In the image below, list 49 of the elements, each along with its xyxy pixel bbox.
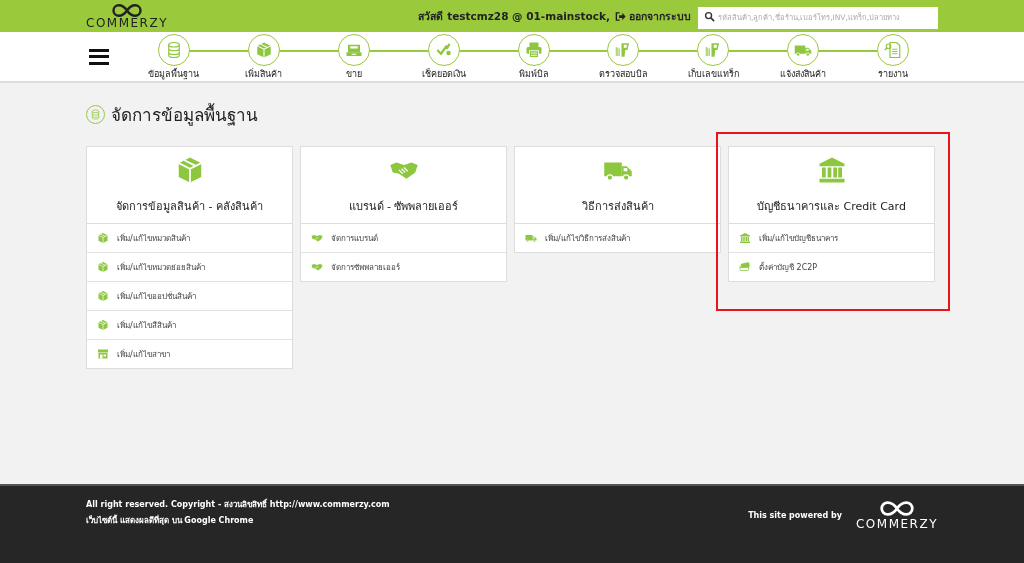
card-link[interactable]: เพิ่ม/แก้ไขสาขา [87, 340, 292, 368]
nav-step[interactable]: ขาย [308, 33, 399, 80]
truck-icon [525, 232, 537, 244]
logout-icon [615, 10, 626, 22]
card-title: จัดการข้อมูลสินค้า - คลังสินค้า [116, 199, 263, 215]
copyright-text: All right reserved. Copyright - สงวนลิขสิทธิ์ http://www.commerzy.com [86, 498, 390, 511]
storefront-icon [97, 348, 109, 360]
infinity-logo-icon [112, 3, 142, 18]
card-link[interactable]: เพิ่ม/แก้ไขออปชั่นสินค้า [87, 282, 292, 311]
nav-step[interactable]: แจ้งส่งสินค้า [758, 33, 849, 80]
card-link[interactable]: จัดการแบรนด์ [301, 224, 506, 253]
box-icon [97, 290, 109, 302]
card-link[interactable]: จัดการซัพพลายเออร์ [301, 253, 506, 281]
infinity-logo-icon [880, 500, 914, 517]
card-title: บัญชีธนาคารและ Credit Card [757, 199, 906, 215]
card-link[interactable]: เพิ่ม/แก้ไขสีสินค้า [87, 311, 292, 340]
browser-note: เว็บไซต์นี้ แสดงผลดีที่สุด บน Google Chrome [86, 514, 255, 527]
handshake-icon [311, 261, 323, 273]
page-title: จัดการข้อมูลพื้นฐาน [111, 102, 258, 128]
card-title: วิธีการส่งสินค้า [581, 199, 654, 215]
card-link[interactable]: เพิ่ม/แก้ไขหมวดสินค้า [87, 224, 292, 253]
card-link[interactable]: ตั้งค่าบัญชี 2C2P [729, 253, 934, 281]
database-icon [90, 109, 101, 120]
handshake-icon [311, 232, 323, 244]
printer-icon [524, 40, 543, 59]
logout-link[interactable]: ออกจากระบบ [615, 7, 691, 25]
nav-step[interactable]: เก็บเลขแทร็ก [668, 33, 759, 80]
cards-icon [739, 261, 751, 273]
nav-step[interactable]: เช็คยอดเงิน [398, 33, 489, 80]
nav-step[interactable]: ข้อมูลพื้นฐาน [129, 33, 219, 80]
powered-by-text: This site powered by [748, 511, 842, 520]
nav-step[interactable]: รายงาน [848, 33, 938, 80]
nav-step[interactable]: เพิ่มสินค้า [218, 33, 309, 80]
card-link[interactable]: เพิ่ม/แก้ไขบัญชีธนาคาร [729, 224, 934, 253]
bank-icon [739, 232, 751, 244]
nav-step[interactable]: พิมพ์บิล [488, 33, 579, 80]
menu-icon[interactable] [89, 48, 109, 65]
box-icon [97, 319, 109, 331]
box-icon [254, 40, 273, 59]
card-title: แบรนด์ - ซัพพลายเออร์ [348, 199, 459, 215]
document-magnifier-icon [884, 40, 903, 59]
box-icon [97, 261, 109, 273]
nav-step[interactable]: ตรวจสอบบิล [578, 33, 669, 80]
card-link[interactable]: เพิ่ม/แก้ไขวิธีการส่งสินค้า [515, 224, 720, 252]
logo-text: COMMERZY [86, 18, 168, 29]
box-icon [97, 232, 109, 244]
logo-text: COMMERZY [856, 517, 938, 531]
greeting-text: สวัสดี testcmz28 @ 01-mainstock, [418, 8, 610, 24]
card-link[interactable]: เพิ่ม/แก้ไขหมวดย่อยสินค้า [87, 253, 292, 282]
